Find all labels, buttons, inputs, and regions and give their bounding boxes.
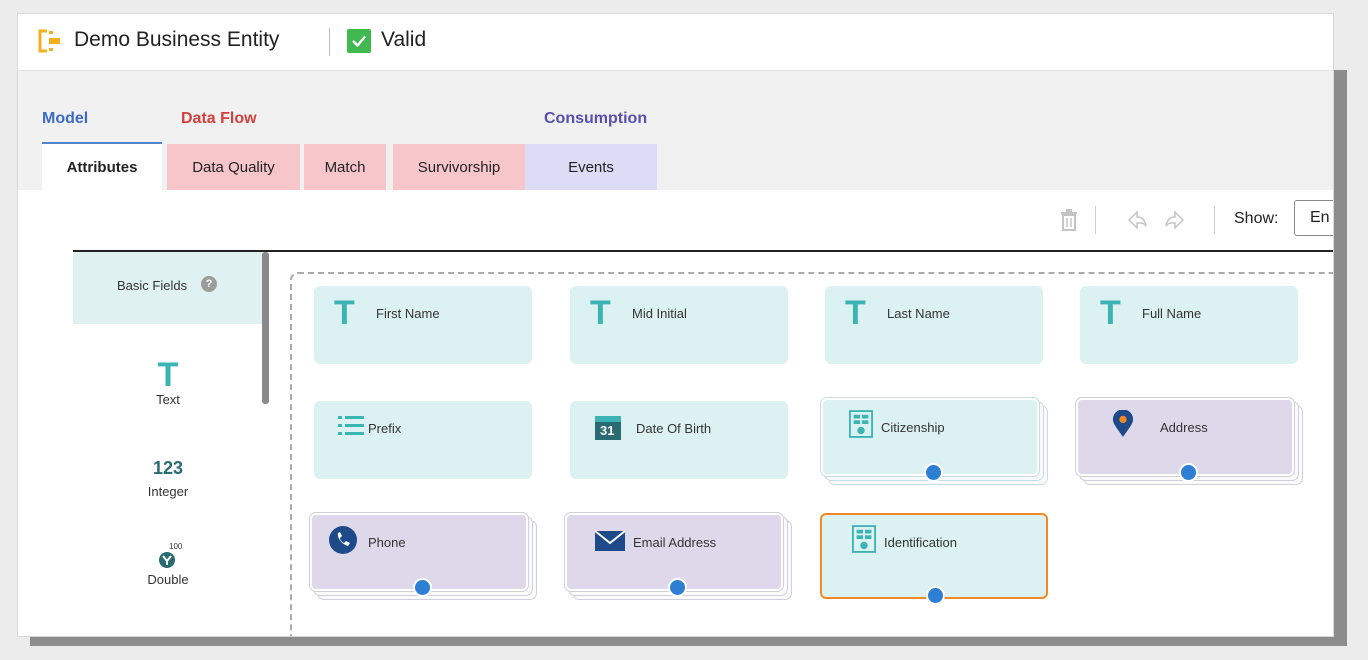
palette-item-integer[interactable]: 123 Integer	[73, 458, 263, 499]
text-icon: T	[590, 294, 611, 332]
show-label: Show:	[1234, 210, 1279, 227]
field-group-identification[interactable]: Identification	[820, 513, 1048, 605]
field-card-mid-initial[interactable]: T Mid Initial	[570, 286, 788, 364]
palette-title: Basic Fields	[117, 278, 188, 293]
field-label: Phone	[368, 535, 406, 550]
field-palette: Basic Fields ? T Text 123 Integer 100 Do…	[73, 252, 269, 636]
attributes-panel: Show: En Basic Fields ? T Text 123 Integ…	[18, 190, 1333, 636]
envelope-icon	[594, 530, 626, 551]
palette-scrollbar[interactable]	[262, 252, 269, 404]
expand-icon[interactable]	[926, 586, 945, 605]
field-label: Address	[1160, 420, 1208, 435]
field-group-address[interactable]: Address	[1076, 398, 1294, 482]
app-window: Demo Business Entity Valid Model Data Fl…	[18, 14, 1333, 636]
tab-events[interactable]: Events	[525, 144, 657, 190]
field-label: Identification	[884, 535, 957, 550]
phone-icon	[329, 526, 357, 554]
double-type-icon: 100	[153, 542, 183, 570]
validation-status: Valid	[381, 28, 427, 51]
text-icon: T	[1100, 294, 1121, 332]
field-card-last-name[interactable]: T Last Name	[825, 286, 1043, 364]
palette-item-label: Text	[156, 392, 180, 407]
field-card-date-of-birth[interactable]: 31 Date Of Birth	[570, 401, 788, 479]
field-label: Date Of Birth	[636, 421, 712, 436]
entity-title: Demo Business Entity	[74, 28, 280, 51]
tab-group-model[interactable]: Model	[42, 110, 88, 128]
field-card-prefix[interactable]: Prefix	[314, 401, 532, 479]
field-group-citizenship[interactable]: Citizenship	[821, 398, 1039, 482]
lookup-table-icon	[849, 410, 873, 438]
tab-survivorship[interactable]: Survivorship	[393, 144, 525, 190]
canvas-toolbar: Show: En	[18, 190, 1333, 250]
lookup-table-icon	[852, 525, 876, 553]
show-select[interactable]: En	[1294, 200, 1333, 236]
field-label: Citizenship	[881, 420, 945, 435]
location-pin-icon	[1112, 410, 1134, 437]
list-icon	[338, 416, 364, 435]
field-group-email-address[interactable]: Email Address	[565, 513, 783, 597]
business-entity-icon	[38, 29, 60, 53]
field-label: Mid Initial	[632, 306, 687, 321]
field-card-full-name[interactable]: T Full Name	[1080, 286, 1298, 364]
field-label: Email Address	[633, 535, 717, 550]
valid-check-icon	[347, 29, 371, 53]
expand-icon[interactable]	[413, 578, 432, 597]
toolbar-separator	[1095, 206, 1096, 234]
field-label: Last Name	[887, 306, 950, 321]
calendar-day: 31	[600, 423, 615, 438]
field-label: First Name	[376, 306, 440, 321]
help-icon[interactable]: ?	[201, 276, 217, 292]
header-divider	[329, 28, 330, 56]
redo-icon[interactable]	[1164, 208, 1186, 232]
text-icon: T	[334, 294, 355, 332]
palette-item-label: Double	[147, 572, 189, 587]
text-icon: T	[845, 294, 866, 332]
tab-attributes[interactable]: Attributes	[42, 144, 162, 190]
tab-group-consumption[interactable]: Consumption	[544, 110, 647, 128]
expand-icon[interactable]	[1179, 463, 1198, 482]
undo-icon[interactable]	[1126, 208, 1148, 232]
tab-group-data-flow[interactable]: Data Flow	[181, 110, 257, 128]
window-shadow-right	[1333, 70, 1347, 640]
entity-canvas[interactable]: T First Name T Mid Initial T Last Name T…	[290, 272, 1333, 636]
window-shadow-bottom	[30, 636, 1347, 646]
palette-item-label: Integer	[147, 484, 189, 499]
double-exponent: 100	[169, 542, 183, 551]
tab-data-quality[interactable]: Data Quality	[167, 144, 300, 190]
palette-header: Basic Fields ?	[73, 252, 263, 324]
tab-match[interactable]: Match	[304, 144, 386, 190]
header-bar: Demo Business Entity Valid	[18, 14, 1333, 71]
palette-item-text[interactable]: T Text	[73, 356, 263, 407]
field-card-first-name[interactable]: T First Name	[314, 286, 532, 364]
trash-icon[interactable]	[1058, 208, 1080, 232]
field-label: Full Name	[1142, 306, 1202, 321]
expand-icon[interactable]	[924, 463, 943, 482]
calendar-icon: 31	[594, 413, 622, 441]
expand-icon[interactable]	[668, 578, 687, 597]
text-type-icon: T	[157, 356, 179, 394]
field-group-phone[interactable]: Phone	[310, 513, 528, 597]
toolbar-separator	[1214, 206, 1215, 234]
palette-item-double[interactable]: 100 Double	[73, 542, 263, 587]
integer-type-icon: 123	[152, 458, 184, 478]
field-label: Prefix	[368, 421, 402, 436]
